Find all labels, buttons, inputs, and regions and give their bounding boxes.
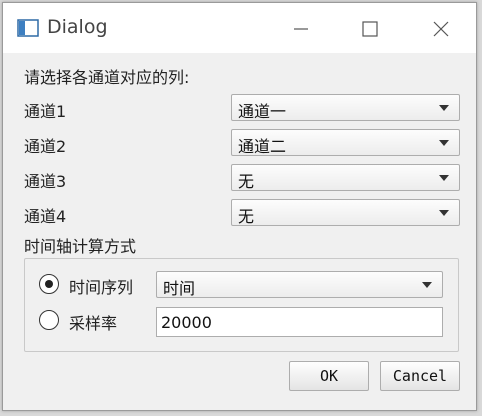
radio-selected-dot bbox=[45, 280, 53, 288]
title-bar[interactable]: Dialog bbox=[3, 3, 476, 53]
chevron-down-icon bbox=[439, 105, 449, 111]
channel-1-combo[interactable]: 通道一 bbox=[231, 94, 460, 121]
ok-button[interactable]: OK bbox=[289, 361, 369, 391]
time-axis-heading: 时间轴计算方式 bbox=[24, 237, 137, 256]
channel-1-value: 通道一 bbox=[238, 102, 287, 121]
channel-4-combo[interactable]: 无 bbox=[231, 199, 460, 226]
chevron-down-icon bbox=[439, 210, 449, 216]
prompt-label: 请选择各通道对应的列: bbox=[24, 68, 190, 87]
sample-rate-label[interactable]: 采样率 bbox=[69, 310, 117, 334]
cancel-button[interactable]: Cancel bbox=[380, 361, 460, 391]
app-icon bbox=[17, 19, 39, 37]
channel-4-label: 通道4 bbox=[24, 207, 67, 226]
channel-3-combo[interactable]: 无 bbox=[231, 164, 460, 191]
channel-3-value: 无 bbox=[238, 172, 255, 191]
close-icon[interactable] bbox=[429, 17, 453, 41]
window-title: Dialog bbox=[47, 16, 108, 38]
channel-2-value: 通道二 bbox=[238, 137, 287, 156]
sample-rate-value: 20000 bbox=[161, 313, 212, 332]
dialog-window: Dialog 请选择各通道对应的列: 通道1 通道一 通道2 通道二 通道3 无… bbox=[2, 2, 477, 411]
channel-4-value: 无 bbox=[238, 207, 255, 226]
channel-2-label: 通道2 bbox=[24, 137, 67, 156]
channel-1-label: 通道1 bbox=[24, 102, 67, 121]
chevron-down-icon bbox=[439, 140, 449, 146]
time-column-combo[interactable]: 时间 bbox=[156, 271, 443, 298]
chevron-down-icon bbox=[439, 175, 449, 181]
maximize-icon[interactable] bbox=[358, 17, 382, 41]
time-series-label[interactable]: 时间序列 bbox=[69, 274, 133, 298]
sample-rate-radio[interactable] bbox=[39, 310, 59, 330]
sample-rate-input[interactable]: 20000 bbox=[156, 307, 443, 337]
channel-2-combo[interactable]: 通道二 bbox=[231, 129, 460, 156]
chevron-down-icon bbox=[422, 282, 432, 288]
minimize-icon[interactable] bbox=[289, 17, 313, 41]
time-column-value: 时间 bbox=[163, 279, 196, 298]
channel-3-label: 通道3 bbox=[24, 172, 67, 191]
time-series-radio[interactable] bbox=[39, 274, 59, 294]
